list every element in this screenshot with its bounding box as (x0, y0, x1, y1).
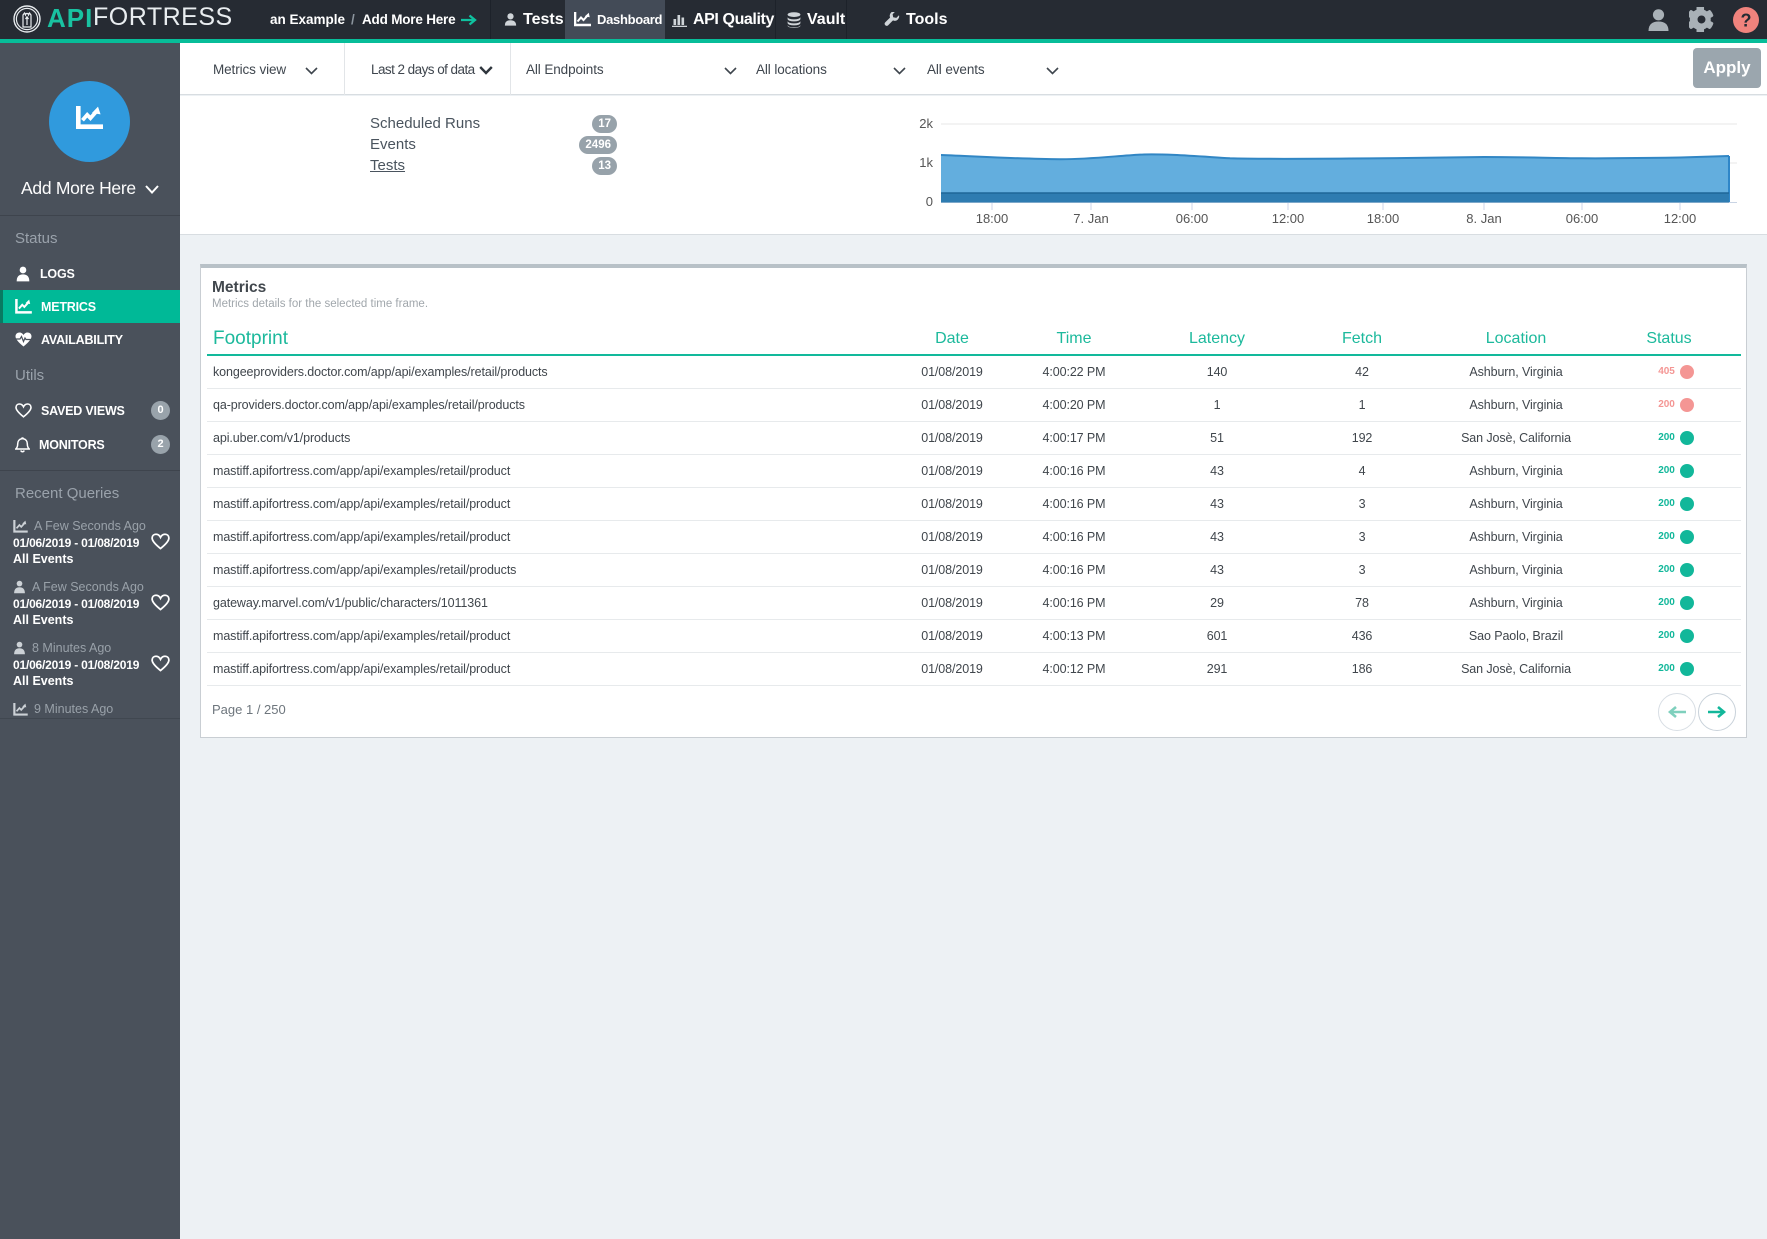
svg-text:18:00: 18:00 (976, 211, 1009, 226)
svg-text:2k: 2k (919, 116, 933, 131)
svg-text:12:00: 12:00 (1664, 211, 1697, 226)
svg-text:8. Jan: 8. Jan (1466, 211, 1501, 226)
svg-text:06:00: 06:00 (1176, 211, 1209, 226)
svg-text:7. Jan: 7. Jan (1073, 211, 1108, 226)
svg-text:12:00: 12:00 (1272, 211, 1305, 226)
svg-text:06:00: 06:00 (1566, 211, 1599, 226)
svg-text:?: ? (1741, 11, 1752, 31)
svg-text:0: 0 (926, 194, 933, 209)
svg-text:18:00: 18:00 (1367, 211, 1400, 226)
svg-text:1k: 1k (919, 155, 933, 170)
